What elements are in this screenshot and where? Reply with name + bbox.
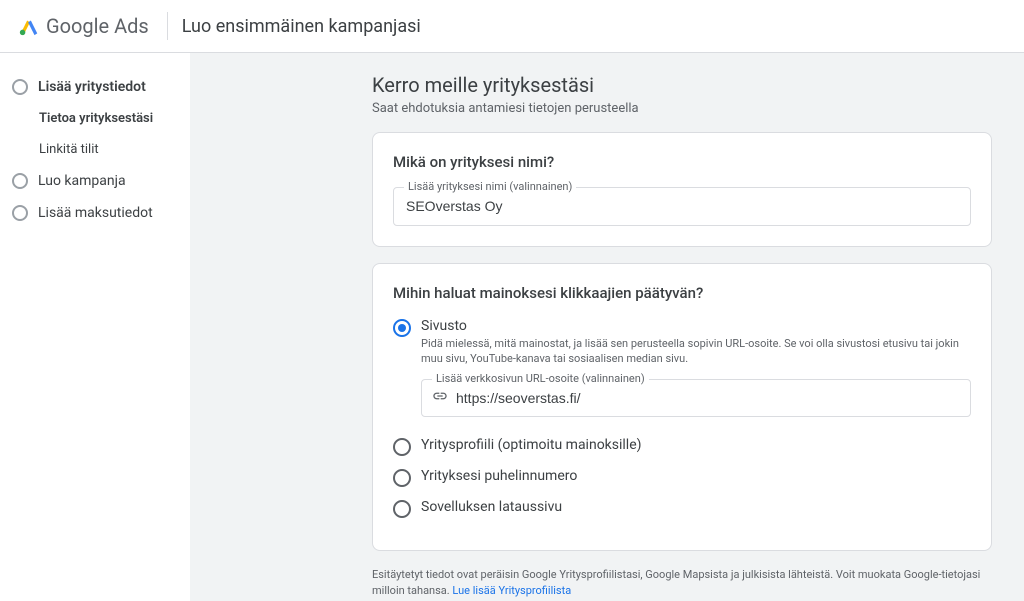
step-business-info[interactable]: Lisää yritystiedot — [12, 71, 190, 103]
step-circle-icon — [12, 173, 28, 189]
radio-icon — [393, 469, 411, 487]
prefill-footnote: Esitäytetyt tiedot ovat peräisin Google … — [372, 567, 992, 600]
radio-description: Pidä mielessä, mitä mainostat, ja lisää … — [421, 336, 971, 367]
radio-option-app[interactable]: Sovelluksen lataussivu — [393, 499, 971, 518]
radio-label: Yritysprofiili (optimoitu mainoksille) — [421, 437, 642, 453]
footnote-link[interactable]: Lue lisää Yritysprofiilista — [452, 584, 571, 597]
radio-label: Sovelluksen lataussivu — [421, 499, 562, 515]
website-url-input[interactable] — [456, 390, 960, 406]
business-name-field[interactable]: Lisää yrityksesi nimi (valinnainen) — [393, 187, 971, 226]
substeps: Tietoa yrityksestäsi Linkitä tilit — [12, 103, 190, 165]
app-header: Google Ads Luo ensimmäinen kampanjasi — [0, 0, 1024, 53]
step-label: Lisää yritystiedot — [38, 79, 146, 95]
page-subtitle: Saat ehdotuksia antamiesi tietojen perus… — [372, 101, 992, 116]
field-legend: Lisää yrityksesi nimi (valinnainen) — [404, 180, 576, 193]
radio-label: Yrityksesi puhelinnumero — [421, 468, 577, 484]
radio-option-phone[interactable]: Yrityksesi puhelinnumero — [393, 468, 971, 487]
step-payment-info[interactable]: Lisää maksutiedot — [12, 197, 190, 229]
page-title: Kerro meille yrityksestäsi — [372, 73, 992, 97]
main-panel: Kerro meille yrityksestäsi Saat ehdotuks… — [190, 53, 1024, 601]
radio-label: Sivusto — [421, 318, 971, 334]
step-label: Luo kampanja — [38, 173, 126, 189]
business-name-input[interactable] — [406, 198, 958, 214]
brand-text: Google Ads — [46, 14, 149, 38]
field-legend: Lisää verkkosivun URL-osoite (valinnaine… — [432, 372, 649, 385]
step-label: Lisää maksutiedot — [38, 205, 153, 221]
step-circle-icon — [12, 205, 28, 221]
destination-card: Mihin haluat mainoksesi klikkaajien päät… — [372, 263, 992, 551]
radio-icon — [393, 438, 411, 456]
radio-icon — [393, 319, 411, 337]
page-header-title: Luo ensimmäinen kampanjasi — [182, 16, 421, 37]
radio-option-profile[interactable]: Yritysprofiili (optimoitu mainoksille) — [393, 437, 971, 456]
google-ads-icon — [18, 15, 40, 37]
step-create-campaign[interactable]: Luo kampanja — [12, 165, 190, 197]
destination-title: Mihin haluat mainoksesi klikkaajien päät… — [393, 284, 971, 302]
step-circle-icon — [12, 79, 28, 95]
website-url-field[interactable]: Lisää verkkosivun URL-osoite (valinnaine… — [421, 379, 971, 417]
link-icon — [432, 388, 448, 408]
radio-icon — [393, 500, 411, 518]
business-name-card: Mikä on yrityksesi nimi? Lisää yritykses… — [372, 132, 992, 247]
brand-logo: Google Ads — [18, 14, 149, 38]
substep-link-accounts[interactable]: Linkitä tilit — [39, 134, 190, 165]
wizard-sidebar: Lisää yritystiedot Tietoa yrityksestäsi … — [0, 53, 190, 601]
business-name-title: Mikä on yrityksesi nimi? — [393, 153, 971, 171]
substep-about-business[interactable]: Tietoa yrityksestäsi — [39, 103, 190, 134]
header-divider — [167, 12, 168, 40]
radio-option-website[interactable]: Sivusto Pidä mielessä, mitä mainostat, j… — [393, 318, 971, 367]
